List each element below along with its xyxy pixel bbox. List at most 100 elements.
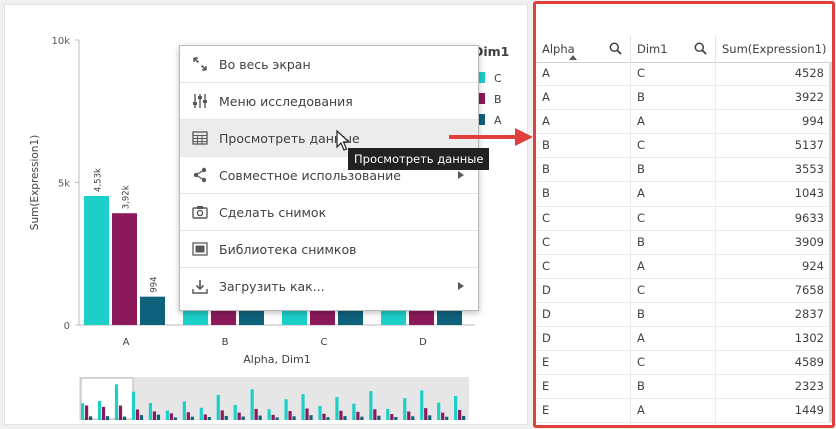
search-icon[interactable] [694, 42, 707, 55]
vertical-scrollbar[interactable] [829, 62, 832, 422]
annotation-arrow-icon [449, 128, 533, 146]
table-cell: D [536, 302, 631, 326]
table-row[interactable]: B B 3553 [536, 158, 832, 183]
menu-item-snapshot[interactable]: Сделать снимок [180, 194, 478, 231]
table-row[interactable]: E B 2323 [536, 375, 832, 400]
share-icon [182, 167, 218, 183]
minimap-bar [250, 389, 254, 420]
table-cell: 1449 [794, 403, 824, 418]
table-cell: 2566 [716, 423, 832, 425]
chart-panel: 10k 5k 0 Sum(Expression1) 4,53k 3,92k 994 A B C D A… [4, 4, 528, 425]
minimap-bar [437, 402, 441, 420]
table-cell: B [536, 134, 631, 158]
minimap-bar [322, 413, 326, 420]
table-row[interactable]: FC2566 [536, 423, 832, 425]
minimap-bar [309, 415, 313, 420]
menu-item-snapshot-library[interactable]: Библиотека снимков [180, 231, 478, 268]
table-row[interactable]: A C 4528 [536, 62, 832, 87]
table-cell: D [536, 327, 631, 351]
minimap-bar [118, 405, 123, 420]
table-row[interactable]: C A 924 [536, 254, 832, 279]
search-icon[interactable] [609, 42, 622, 55]
table-cell: B [536, 158, 631, 182]
minimap-bar [339, 410, 343, 420]
minimap-bar [199, 407, 203, 420]
table-row[interactable]: B A 1043 [536, 182, 832, 207]
minimap-bar [97, 400, 102, 420]
minimap-bar [403, 398, 407, 420]
column-header-dim1[interactable]: Dim1 [631, 36, 716, 62]
column-header-sum[interactable]: Sum(Expression1) [716, 36, 832, 62]
table-cell: C [631, 278, 716, 302]
table-cell: C [631, 206, 716, 230]
x-tick-label: D [419, 337, 427, 348]
table-cell: E [536, 399, 631, 423]
minimap-bar [224, 415, 228, 420]
minimap-bar [352, 403, 356, 420]
table-cell: A [536, 62, 631, 85]
minimap-bar [122, 416, 127, 420]
table-cell: 9633 [794, 210, 824, 225]
minimap-bar [85, 405, 89, 420]
minimap-bar [220, 410, 224, 420]
minimap-bar [267, 409, 271, 420]
minimap-bar [390, 414, 394, 420]
table-cell: C [536, 206, 631, 230]
table-row[interactable]: D A 1302 [536, 327, 832, 352]
legend-label: B [494, 93, 502, 106]
menu-item-fullscreen[interactable]: Во весь экран [180, 46, 478, 83]
table-body: A C 4528 A B 3922 A A 994 B C 5137 B B 3553 B A 1043 C C 963… [536, 62, 832, 425]
table-cell: C [631, 423, 716, 425]
table-row[interactable]: C C 9633 [536, 206, 832, 231]
table-cell: 2323 [794, 379, 824, 394]
table-row[interactable]: E C 4589 [536, 351, 832, 376]
table-row[interactable]: C B 3909 [536, 230, 832, 255]
minimap-bar [114, 384, 119, 420]
table-cell: C [536, 230, 631, 254]
table-cell: 7658 [794, 282, 824, 297]
menu-item-exploration[interactable]: Меню исследования [180, 83, 478, 120]
minimap-bar [105, 416, 110, 420]
table-row[interactable]: A B 3922 [536, 86, 832, 111]
minimap-bar [445, 416, 449, 420]
minimap-bar [386, 408, 390, 420]
table-cell: B [631, 158, 716, 182]
minimap-bar [360, 416, 364, 420]
table-cell: 3922 [794, 90, 824, 105]
minimap-bar [292, 416, 296, 420]
table-row[interactable]: D C 7658 [536, 278, 832, 303]
minimap-bar [305, 408, 309, 420]
table-cell: A [631, 110, 716, 134]
table-cell: E [536, 375, 631, 399]
bar-data-label: 3,92k [122, 185, 132, 209]
data-table-panel: Alpha Dim1 Sum(Expression1) A C 4528 A B 3922… [533, 1, 835, 428]
minimap-bar [233, 404, 237, 420]
minimap-bar [216, 394, 220, 420]
minimap-bar [258, 415, 262, 420]
table-cell: 994 [802, 114, 824, 129]
column-header-alpha[interactable]: Alpha [536, 36, 631, 62]
fullscreen-icon [182, 56, 218, 72]
table-cell: A [631, 399, 716, 423]
menu-item-download-as[interactable]: Загрузить как... [180, 268, 478, 305]
minimap-bar [165, 410, 169, 420]
x-tick-label: A [123, 337, 130, 348]
minimap-viewport-handle [80, 377, 134, 420]
menu-item-label: Меню исследования [219, 93, 353, 109]
table-row[interactable]: A A 994 [536, 110, 832, 135]
y-tick-label: 0 [64, 321, 70, 332]
table-cell: B [631, 86, 716, 110]
menu-item-label: Во весь экран [219, 56, 311, 72]
table-cell: E [536, 351, 631, 375]
bar-data-label: 4,53k [94, 168, 104, 192]
minimap-bar [407, 411, 411, 420]
table-row[interactable]: D B 2837 [536, 302, 832, 328]
minimap-bar [139, 415, 144, 420]
table-row[interactable]: E A 1449 [536, 399, 832, 424]
submenu-arrow-icon [458, 171, 464, 179]
table-row[interactable]: B C 5137 [536, 134, 832, 159]
table-cell: A [631, 254, 716, 278]
minimap-bar [288, 411, 292, 420]
table-cell: A [536, 110, 631, 134]
minimap-bar [186, 412, 190, 420]
